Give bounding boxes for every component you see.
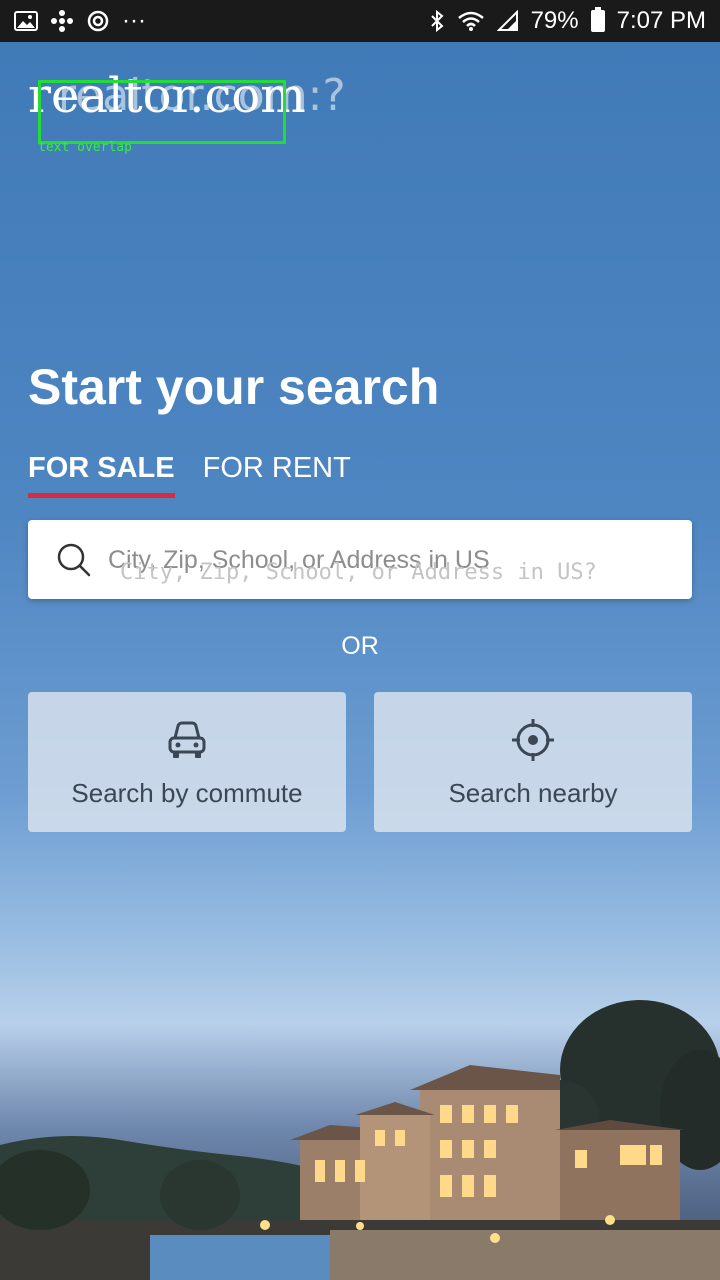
text-overlap-label: text overlap [38,140,132,155]
signal-icon [496,10,519,32]
tab-for-sale[interactable]: FOR SALE [28,452,175,498]
bluetooth-icon [429,9,445,33]
crosshair-icon [509,716,557,764]
battery-percent: 79% [530,7,579,34]
car-icon [163,716,211,764]
gallery-icon [14,10,38,32]
clock: 7:07 PM [616,7,706,34]
sync-icon [86,9,110,33]
search-nearby-button[interactable]: Search nearby [374,692,692,832]
wifi-icon [457,10,485,32]
status-bar: ··· 79% 7:07 PM [0,0,720,42]
page-title: Start your search [28,359,440,415]
battery-icon [590,7,605,32]
logo-ghost-text: realtor.com:? [58,70,346,121]
pinwheel-icon [50,9,74,33]
search-nearby-label: Search nearby [448,777,618,808]
search-by-commute-label: Search by commute [71,777,303,808]
search-box[interactable]: City, Zip, School, or Address in US? [28,520,692,599]
listing-type-tabs: FOR SALE FOR RENT [28,452,351,498]
search-input[interactable] [108,540,668,580]
background-house-image [0,980,720,1280]
search-by-commute-button[interactable]: Search by commute [28,692,346,832]
status-left-icons: ··· [14,7,146,35]
logo-area: realtor.com realtor.com:? text overlap [28,66,388,155]
status-right-icons: 79% 7:07 PM [429,7,706,35]
more-notifications-icon: ··· [122,7,146,34]
or-divider: OR [341,632,379,660]
tab-for-rent[interactable]: FOR RENT [203,452,351,498]
search-icon [54,540,94,580]
